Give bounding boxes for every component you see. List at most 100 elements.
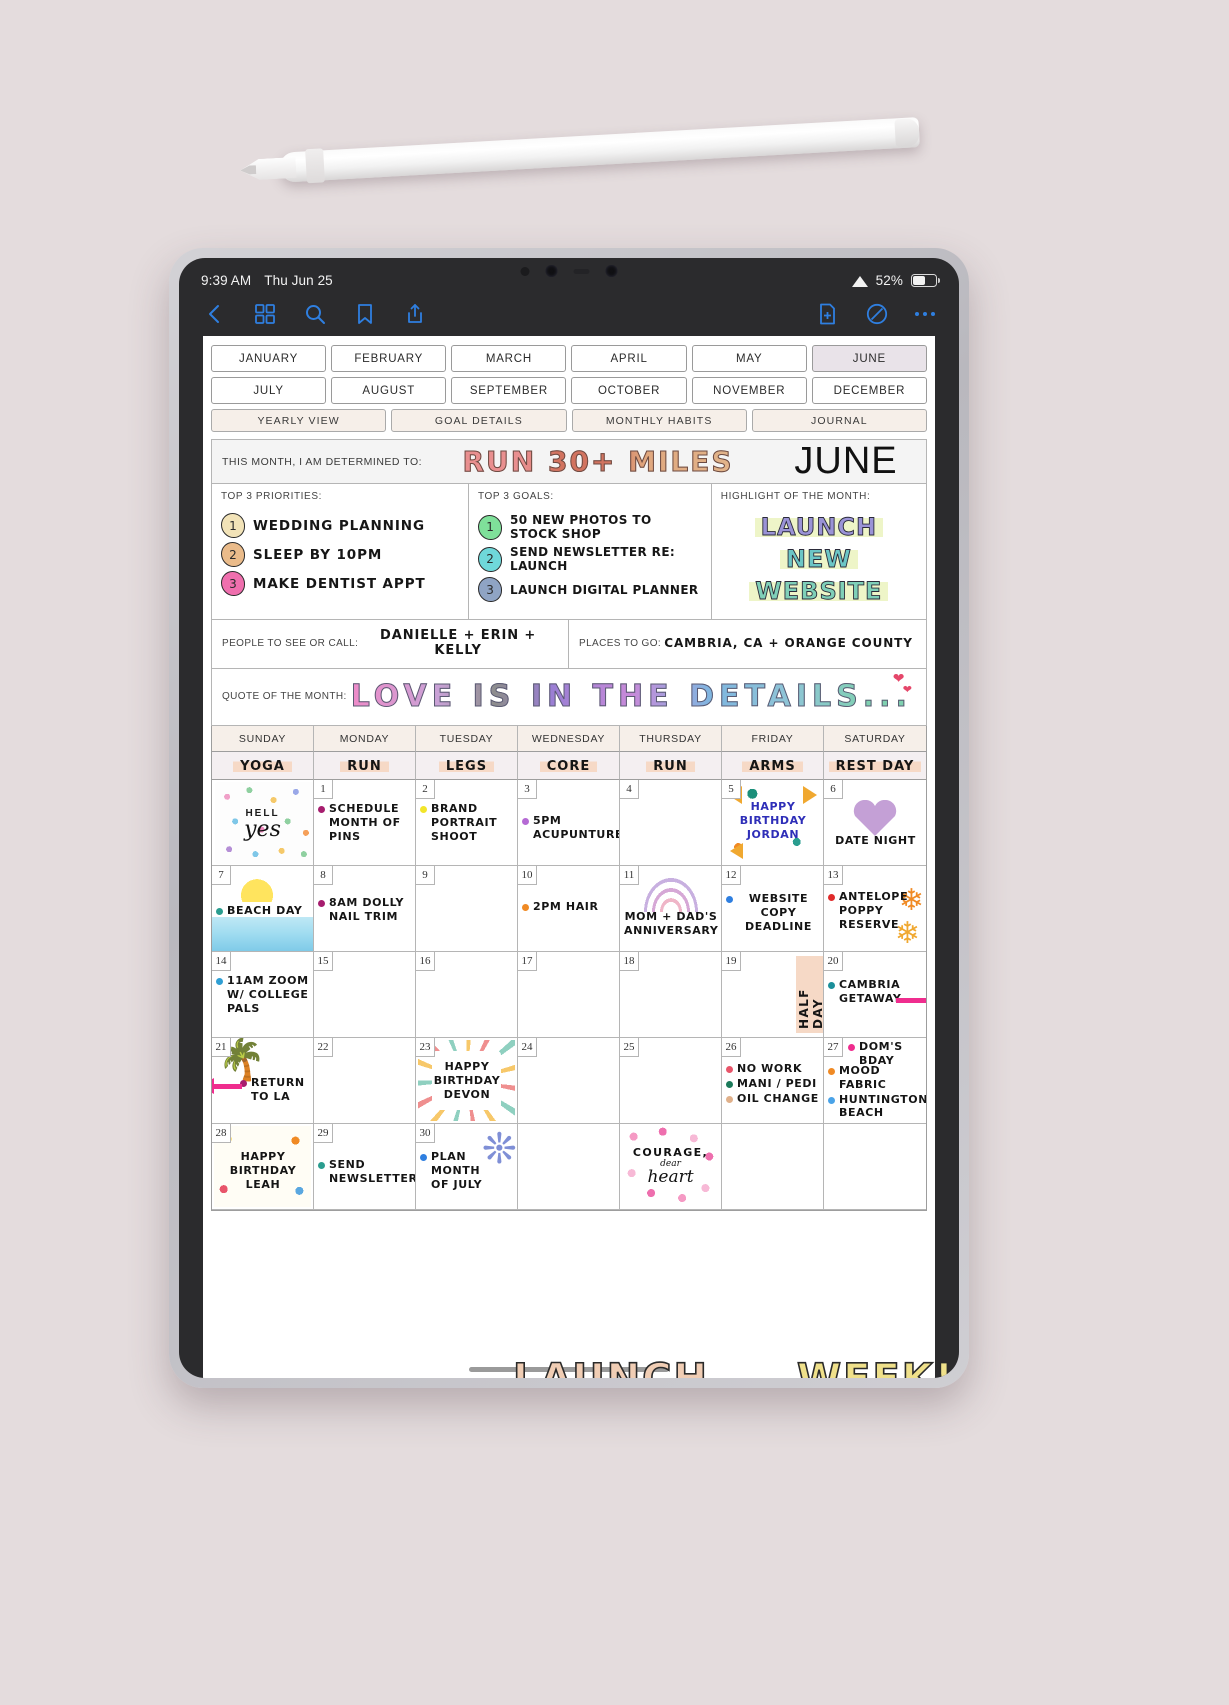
bookmark-icon[interactable] bbox=[353, 302, 377, 326]
tab-journal[interactable]: JOURNAL bbox=[751, 409, 927, 432]
day-cell-empty[interactable] bbox=[518, 1124, 620, 1210]
month-tab-april[interactable]: APRIL bbox=[571, 345, 687, 372]
goal-item[interactable]: 1 50 NEW PHOTOS TO STOCK SHOP bbox=[478, 513, 702, 541]
event-item[interactable]: RETURN TO LA bbox=[240, 1076, 310, 1104]
priority-item[interactable]: 3 MAKE DENTIST APPT bbox=[221, 571, 459, 596]
day-cell-30[interactable]: ❊ 30 PLAN MONTH OF JULY bbox=[416, 1124, 518, 1210]
day-cell-20[interactable]: 20 CAMBRIA GETAWAY bbox=[824, 952, 926, 1038]
event-item[interactable]: BEACH DAY bbox=[216, 904, 310, 918]
day-cell-24[interactable]: 24 bbox=[518, 1038, 620, 1124]
day-cell-empty[interactable] bbox=[722, 1124, 824, 1210]
places-value[interactable]: CAMBRIA, CA + ORANGE COUNTY bbox=[661, 636, 916, 650]
people-value[interactable]: DANIELLE + ERIN + KELLY bbox=[358, 628, 558, 658]
event-item[interactable]: HAPPY BIRTHDAY JORDAN bbox=[726, 800, 820, 841]
day-cell-28[interactable]: 28 HAPPY BIRTHDAY LEAH bbox=[212, 1124, 314, 1210]
event-item[interactable]: ANTELOPE POPPY RESERVE bbox=[828, 890, 923, 931]
event-item[interactable]: 8AM DOLLY NAIL TRIM bbox=[318, 896, 412, 924]
share-icon[interactable] bbox=[403, 302, 427, 326]
workout-thursday[interactable]: RUN bbox=[620, 752, 722, 780]
event-item[interactable]: 11AM ZOOM W/ COLLEGE PALS bbox=[216, 974, 310, 1015]
workout-monday[interactable]: RUN bbox=[314, 752, 416, 780]
day-cell-1[interactable]: 1 SCHEDULE MONTH OF PINS bbox=[314, 780, 416, 866]
day-cell-26[interactable]: 26 NO WORK MANI / PEDI OIL CHANGE bbox=[722, 1038, 824, 1124]
month-tab-august[interactable]: AUGUST bbox=[331, 377, 447, 404]
event-item[interactable]: PLAN MONTH OF JULY bbox=[420, 1150, 483, 1191]
event-item[interactable]: MOOD FABRIC bbox=[828, 1064, 923, 1092]
day-cell-16[interactable]: 16 bbox=[416, 952, 518, 1038]
day-cell-14[interactable]: 14 11AM ZOOM W/ COLLEGE PALS bbox=[212, 952, 314, 1038]
day-cell-2[interactable]: 2 BRAND PORTRAIT SHOOT bbox=[416, 780, 518, 866]
day-cell-10[interactable]: 10 2PM HAIR bbox=[518, 866, 620, 952]
month-tab-february[interactable]: FEBRUARY bbox=[331, 345, 447, 372]
goal-item[interactable]: 2 SEND NEWSLETTER RE: LAUNCH bbox=[478, 545, 702, 573]
day-cell-4[interactable]: 4 bbox=[620, 780, 722, 866]
month-tab-january[interactable]: JANUARY bbox=[211, 345, 327, 372]
workout-friday[interactable]: ARMS bbox=[722, 752, 824, 780]
day-cell-12[interactable]: 12 WEBSITE COPY DEADLINE bbox=[722, 866, 824, 952]
tab-monthly-habits[interactable]: MONTHLY HABITS bbox=[571, 409, 747, 432]
day-cell-9[interactable]: 9 bbox=[416, 866, 518, 952]
add-page-icon[interactable] bbox=[815, 302, 839, 326]
search-icon[interactable] bbox=[303, 302, 327, 326]
more-options-icon[interactable] bbox=[914, 311, 935, 317]
event-item[interactable]: DATE NIGHT bbox=[828, 834, 923, 848]
month-tab-november[interactable]: NOVEMBER bbox=[691, 377, 807, 404]
event-item[interactable]: NO WORK bbox=[726, 1062, 820, 1076]
day-cell-empty[interactable]: HELL yes bbox=[212, 780, 314, 866]
day-cell-22[interactable]: 22 bbox=[314, 1038, 416, 1124]
day-cell-27[interactable]: 27 DOM'S BDAY MOOD FABRIC HUNTINGTON BEA… bbox=[824, 1038, 926, 1124]
grid-thumbnails-icon[interactable] bbox=[253, 302, 277, 326]
event-item[interactable]: HUNTINGTON BEACH bbox=[828, 1093, 926, 1121]
month-tab-june[interactable]: JUNE bbox=[811, 345, 927, 372]
day-cell-13[interactable]: ❄ ❄ 13 ANTELOPE POPPY RESERVE bbox=[824, 866, 926, 952]
month-tab-bar: JANUARY FEBRUARY MARCH APRIL MAY JUNE JU… bbox=[211, 345, 927, 404]
event-item[interactable]: HAPPY BIRTHDAY LEAH bbox=[216, 1150, 310, 1191]
determined-value[interactable]: RUN 30+ MILES bbox=[430, 445, 766, 479]
day-cell-6[interactable]: 6 DATE NIGHT bbox=[824, 780, 926, 866]
day-cell-8[interactable]: 8 8AM DOLLY NAIL TRIM bbox=[314, 866, 416, 952]
day-cell-3[interactable]: 3 5PM ACUPUNTURE bbox=[518, 780, 620, 866]
day-cell-23[interactable]: 23 HAPPY BIRTHDAY DEVON bbox=[416, 1038, 518, 1124]
day-cell-18[interactable]: 18 bbox=[620, 952, 722, 1038]
workout-tuesday[interactable]: LEGS bbox=[416, 752, 518, 780]
day-cell-7[interactable]: 7 BEACH DAY bbox=[212, 866, 314, 952]
tab-goal-details[interactable]: GOAL DETAILS bbox=[391, 409, 567, 432]
month-tab-december[interactable]: DECEMBER bbox=[811, 377, 927, 404]
event-item[interactable]: MOM + DAD'S ANNIVERSARY bbox=[624, 910, 718, 938]
back-chevron-icon[interactable] bbox=[203, 302, 227, 326]
priority-item[interactable]: 1 WEDDING PLANNING bbox=[221, 513, 459, 538]
month-tab-may[interactable]: MAY bbox=[691, 345, 807, 372]
day-cell-29[interactable]: 29 SEND NEWSLETTER bbox=[314, 1124, 416, 1210]
event-item[interactable]: SCHEDULE MONTH OF PINS bbox=[318, 802, 412, 843]
month-tab-july[interactable]: JULY bbox=[211, 377, 327, 404]
day-cell-15[interactable]: 15 bbox=[314, 952, 416, 1038]
event-item[interactable]: BRAND PORTRAIT SHOOT bbox=[420, 802, 514, 843]
quote-value[interactable]: LOVE IS IN THE DETAILS... bbox=[347, 678, 916, 714]
workout-wednesday[interactable]: CORE bbox=[518, 752, 620, 780]
day-cell-17[interactable]: 17 bbox=[518, 952, 620, 1038]
day-cell-11[interactable]: 11 MOM + DAD'S ANNIVERSARY bbox=[620, 866, 722, 952]
event-item[interactable]: 5PM ACUPUNTURE bbox=[522, 814, 619, 842]
event-item[interactable]: WEBSITE COPY DEADLINE bbox=[726, 892, 820, 933]
goal-item[interactable]: 3 LAUNCH DIGITAL PLANNER bbox=[478, 577, 702, 602]
month-tab-october[interactable]: OCTOBER bbox=[571, 377, 687, 404]
workout-sunday[interactable]: YOGA bbox=[212, 752, 314, 780]
event-item[interactable]: MANI / PEDI bbox=[726, 1077, 820, 1091]
day-cell-25[interactable]: 25 bbox=[620, 1038, 722, 1124]
event-item[interactable]: 2PM HAIR bbox=[522, 900, 616, 914]
day-cell-empty[interactable]: COURAGE, dear heart bbox=[620, 1124, 722, 1210]
priority-item[interactable]: 2 SLEEP BY 10PM bbox=[221, 542, 459, 567]
day-cell-empty[interactable] bbox=[824, 1124, 926, 1210]
day-cell-21[interactable]: 🌴 21 RETURN TO LA bbox=[212, 1038, 314, 1124]
day-cell-19[interactable]: 19 HALF DAY bbox=[722, 952, 824, 1038]
month-tab-september[interactable]: SEPTEMBER bbox=[451, 377, 567, 404]
event-item[interactable]: SEND NEWSLETTER bbox=[318, 1158, 415, 1186]
tab-yearly-view[interactable]: YEARLY VIEW bbox=[211, 409, 387, 432]
places-panel: PLACES TO GO: CAMBRIA, CA + ORANGE COUNT… bbox=[569, 620, 926, 668]
event-item[interactable]: OIL CHANGE bbox=[726, 1092, 820, 1106]
day-cell-5[interactable]: 5 HAPPY BIRTHDAY JORDAN bbox=[722, 780, 824, 866]
event-item[interactable]: HAPPY BIRTHDAY DEVON bbox=[420, 1060, 514, 1101]
annotate-icon[interactable] bbox=[865, 302, 889, 326]
workout-saturday[interactable]: REST DAY bbox=[824, 752, 926, 780]
month-tab-march[interactable]: MARCH bbox=[451, 345, 567, 372]
